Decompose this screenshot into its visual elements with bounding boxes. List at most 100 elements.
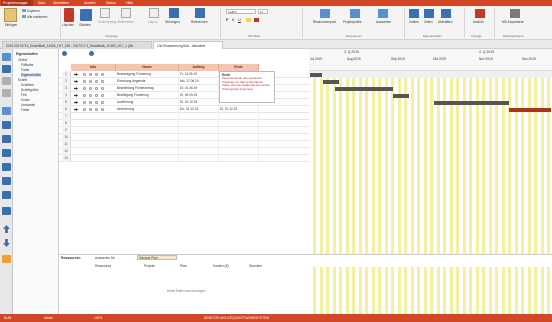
cell-end[interactable] [219, 134, 259, 141]
gantt-bar-6[interactable] [509, 108, 551, 112]
calendar-icon[interactable] [2, 107, 11, 115]
cell-start[interactable]: Fr, 14.06.19 [179, 71, 219, 78]
row-info-icon[interactable] [101, 94, 104, 97]
gantt-bar-1[interactable] [310, 73, 322, 77]
cell-start[interactable]: Mo, 17.06.19 [179, 78, 219, 85]
row-info-icon[interactable] [89, 87, 92, 90]
row-number[interactable]: 1 [62, 71, 71, 78]
row-info-icon[interactable] [89, 101, 92, 104]
outline-icon[interactable] [80, 9, 92, 21]
italic-button[interactable]: K [232, 17, 235, 22]
cell-name[interactable] [116, 155, 179, 162]
rows-icon[interactable] [424, 9, 434, 18]
cell-name[interactable] [116, 113, 179, 120]
row-info-icon[interactable] [101, 80, 104, 83]
row-number[interactable]: 11 [62, 141, 71, 148]
column-header-name[interactable]: Name [116, 64, 179, 71]
row-info-icon[interactable] [95, 108, 98, 111]
column-header-start[interactable]: Anfang [179, 64, 219, 71]
row-info-icon[interactable] [83, 87, 86, 90]
unlink-icon[interactable] [121, 8, 131, 18]
cell-start[interactable]: Di, 01.06.19 [179, 85, 219, 92]
cell-start[interactable] [179, 127, 219, 134]
row-info-icon[interactable] [95, 80, 98, 83]
cut-icon[interactable] [22, 9, 26, 12]
cell-end[interactable] [219, 113, 259, 120]
view-gantt-icon[interactable] [2, 121, 11, 129]
row-info-icon[interactable] [83, 73, 86, 76]
table-row[interactable]: 13 [59, 155, 309, 162]
prop-fill-color[interactable]: Füllfarbe [21, 63, 33, 67]
evaluate-icon[interactable] [378, 9, 388, 18]
view-report-icon[interactable] [2, 177, 11, 185]
view-list-icon[interactable] [2, 191, 11, 199]
cell-start[interactable]: Di, 01.10.19 [179, 99, 219, 106]
cell-name[interactable] [116, 127, 179, 134]
cell-end[interactable] [219, 127, 259, 134]
view-table-icon[interactable] [2, 135, 11, 143]
table-row[interactable]: 11 [59, 141, 309, 148]
underline-button[interactable]: U [238, 17, 241, 22]
tab-document-2[interactable]: 13d Einsatzierung Bob - Aktualisie [153, 41, 223, 49]
link-icon[interactable] [100, 8, 110, 18]
cell-start[interactable] [179, 148, 219, 155]
table-row[interactable]: 12 [59, 148, 309, 155]
table-row[interactable]: 8 [59, 120, 309, 127]
grid-icon[interactable] [2, 65, 11, 73]
arrow-up-icon[interactable] [3, 225, 10, 233]
numbers-icon[interactable] [409, 9, 419, 18]
row-info-icon[interactable] [89, 80, 92, 83]
prop-font-size[interactable]: Schriftgröße [21, 88, 38, 92]
cell-start[interactable] [179, 141, 219, 148]
column-header-end[interactable]: Ende [219, 64, 259, 71]
prop-font-family[interactable]: Schriftart [21, 83, 34, 87]
cell-name[interactable]: Bearbeitung Förderantrag [116, 85, 179, 92]
cell-start[interactable] [179, 134, 219, 141]
row-number[interactable]: 5 [62, 99, 71, 106]
row-info-icon[interactable] [101, 87, 104, 90]
disruptions-icon[interactable] [169, 8, 179, 18]
view-chart-icon[interactable] [2, 163, 11, 171]
filter-select[interactable]: Genaue Plan [137, 255, 177, 260]
cell-name[interactable] [116, 134, 179, 141]
row-number[interactable]: 7 [62, 113, 71, 120]
cell-end[interactable]: Di, 31.12.19 [219, 106, 259, 113]
row-number[interactable]: 3 [62, 85, 71, 92]
cell-start[interactable]: Di, 09.09.19 [179, 92, 219, 99]
cell-name[interactable] [116, 141, 179, 148]
gantt-bar-3[interactable] [335, 87, 393, 91]
font-size-select[interactable]: 11 [258, 9, 268, 14]
project-profile-icon[interactable] [350, 9, 360, 18]
layout-icon[interactable] [149, 8, 159, 18]
row-info-icon[interactable] [83, 101, 86, 104]
column-plan[interactable]: Plan [180, 264, 187, 268]
row-number[interactable]: 6 [62, 106, 71, 113]
prop-online[interactable]: Online [18, 58, 27, 62]
row-info-icon[interactable] [83, 94, 86, 97]
cell-name[interactable]: Einholung Angebote [116, 78, 179, 85]
gantt-bar-4[interactable] [393, 94, 409, 98]
font-name-select[interactable]: Calibri [226, 9, 256, 14]
cell-end[interactable] [219, 155, 259, 162]
table-row[interactable]: 10 [59, 134, 309, 141]
outline-icon[interactable] [2, 77, 11, 85]
row-info-icon[interactable] [89, 108, 92, 111]
view-icon[interactable] [475, 9, 485, 18]
row-info-icon[interactable] [95, 73, 98, 76]
prop-italic[interactable]: Kursiv [21, 98, 30, 102]
gantt-bar-5[interactable] [434, 101, 509, 105]
cell-name[interactable]: Bewilligung Förderung [116, 92, 179, 99]
row-info-icon[interactable] [101, 108, 104, 111]
prop-color[interactable]: Farbe [21, 68, 29, 72]
settings-icon[interactable] [62, 51, 67, 56]
column-hours[interactable]: Stunden [249, 264, 262, 268]
cell-name[interactable]: Abrechnung [116, 106, 179, 113]
row-number[interactable]: 4 [62, 92, 71, 99]
filter-icon[interactable] [2, 53, 11, 61]
resource-pool-icon[interactable] [320, 9, 330, 18]
row-number[interactable]: 9 [62, 127, 71, 134]
select-all-label[interactable]: Alle markieren [27, 15, 47, 19]
cell-end[interactable] [219, 141, 259, 148]
cell-end[interactable] [219, 148, 259, 155]
column-project[interactable]: Projekt [144, 264, 155, 268]
